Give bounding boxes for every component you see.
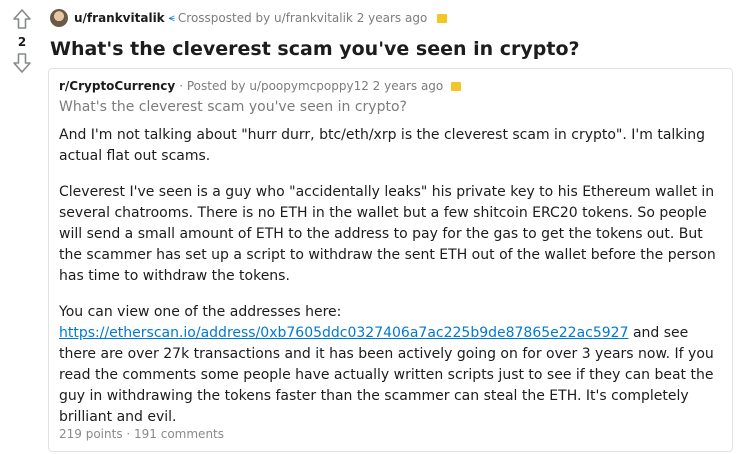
crosspost-card[interactable]: r/CryptoCurrency · Posted by u/poopymcpo…: [48, 68, 733, 452]
avatar[interactable]: [50, 9, 68, 27]
crosspost-footer[interactable]: 219 points · 191 comments: [59, 427, 224, 441]
post-title[interactable]: What's the cleverest scam you've seen in…: [50, 38, 580, 60]
body-paragraph: Cleverest I've seen is a guy who "accide…: [59, 184, 716, 284]
paragraph-text: You can view one of the addresses here:: [59, 304, 342, 320]
crosspost-icon: ⪪: [168, 11, 175, 24]
award-icon[interactable]: [437, 13, 448, 23]
crosspost-meta-text: · Posted by u/poopymcpoppy12 2 years ago: [179, 79, 444, 93]
upvote-button[interactable]: [10, 7, 34, 31]
body-paragraph: You can view one of the addresses here: …: [59, 302, 719, 428]
subreddit-link[interactable]: r/CryptoCurrency: [59, 79, 175, 93]
body-paragraph: And I'm not talking about "hurr durr, bt…: [59, 127, 706, 164]
downvote-button[interactable]: [10, 51, 34, 75]
vote-score: 2: [17, 35, 27, 49]
author-link[interactable]: u/frankvitalik: [74, 11, 165, 25]
crosspost-body: And I'm not talking about "hurr durr, bt…: [59, 125, 719, 443]
crosspost-text: Crossposted by u/frankvitalik 2 years ag…: [177, 11, 428, 25]
post-meta: u/frankvitalik ⪪ Crossposted by u/frankv…: [50, 8, 448, 28]
crosspost-meta: r/CryptoCurrency · Posted by u/poopymcpo…: [59, 79, 462, 93]
crosspost-title[interactable]: What's the cleverest scam you've seen in…: [59, 99, 407, 115]
downvote-icon: [13, 53, 31, 73]
upvote-icon: [13, 9, 31, 29]
etherscan-link[interactable]: https://etherscan.io/address/0xb7605ddc0…: [59, 325, 629, 341]
award-icon[interactable]: [451, 81, 462, 91]
vote-column: 2: [0, 0, 44, 75]
